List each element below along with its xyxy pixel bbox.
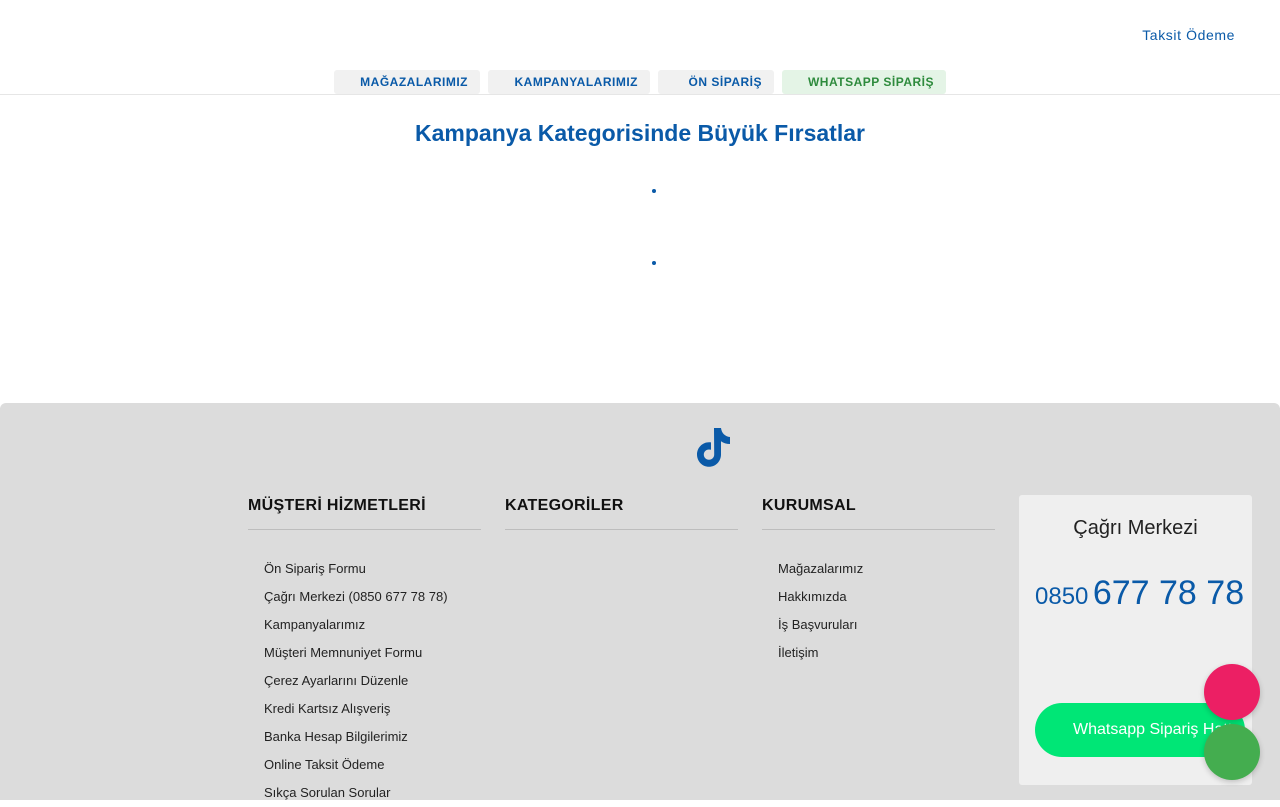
footer-column-title-kurumsal: KURUMSAL: [762, 497, 856, 514]
site-header: Taksit Ödeme MAĞAZALARIMIZ KAMPANYALARIM…: [0, 0, 1280, 95]
footer-column-title-musteri: MÜŞTERİ HİZMETLERİ: [248, 497, 426, 514]
footer-link-kredi-kartsiz[interactable]: Kredi Kartsız Alışveriş: [264, 695, 448, 723]
footer-link-kampanyalarimiz[interactable]: Kampanyalarımız: [264, 611, 448, 639]
kurumsal-links: Mağazalarımız Hakkımızda İş Başvuruları …: [778, 555, 863, 667]
floating-whatsapp-button[interactable]: [1204, 724, 1260, 780]
footer-link-on-siparis-formu[interactable]: Ön Sipariş Formu: [264, 555, 448, 583]
footer-link-iletisim[interactable]: İletişim: [778, 639, 863, 667]
footer-link-cerez-ayarlari[interactable]: Çerez Ayarlarını Düzenle: [264, 667, 448, 695]
call-center-title: Çağrı Merkezi: [1073, 517, 1198, 539]
footer-column-title-kategoriler: KATEGORİLER: [505, 497, 624, 514]
footer-link-banka-hesap[interactable]: Banka Hesap Bilgilerimiz: [264, 723, 448, 751]
call-center-number[interactable]: 0850 677 78 78: [1035, 573, 1245, 620]
nav-on-siparis-button[interactable]: ÖN SİPARİŞ: [658, 70, 774, 94]
divider: [762, 529, 995, 530]
musteri-hizmetleri-links: Ön Sipariş Formu Çağrı Merkezi (0850 677…: [264, 555, 448, 807]
footer-link-memnuniyet-formu[interactable]: Müşteri Memnuniyet Formu: [264, 639, 448, 667]
nav-whatsapp-siparis-button[interactable]: WHATSAPP SİPARİŞ: [782, 70, 946, 94]
call-number-main: 677 78 78: [1092, 574, 1245, 612]
nav-magazalarimiz-button[interactable]: MAĞAZALARIMIZ: [334, 70, 480, 94]
nav-kampanyalarimiz-button[interactable]: KAMPANYALARIMIZ: [488, 70, 650, 94]
footer-link-sss[interactable]: Sıkça Sorulan Sorular: [264, 779, 448, 807]
floating-action-button-pink[interactable]: [1204, 664, 1260, 720]
footer-link-is-basvurulari[interactable]: İş Başvuruları: [778, 611, 863, 639]
footer-link-hakkimizda[interactable]: Hakkımızda: [778, 583, 863, 611]
divider: [505, 529, 738, 530]
footer-link-magazalarimiz[interactable]: Mağazalarımız: [778, 555, 863, 583]
carousel-dot[interactable]: [652, 261, 656, 265]
page-headline: Kampanya Kategorisinde Büyük Fırsatlar: [415, 120, 865, 146]
footer-link-online-taksit[interactable]: Online Taksit Ödeme: [264, 751, 448, 779]
tiktok-icon[interactable]: [694, 426, 734, 470]
footer-link-cagri-merkezi[interactable]: Çağrı Merkezi (0850 677 78 78): [264, 583, 448, 611]
divider: [248, 529, 481, 530]
carousel-dot[interactable]: [652, 189, 656, 193]
call-number-prefix: 0850: [1035, 583, 1089, 610]
taksit-odeme-link[interactable]: Taksit Ödeme: [1142, 27, 1235, 43]
